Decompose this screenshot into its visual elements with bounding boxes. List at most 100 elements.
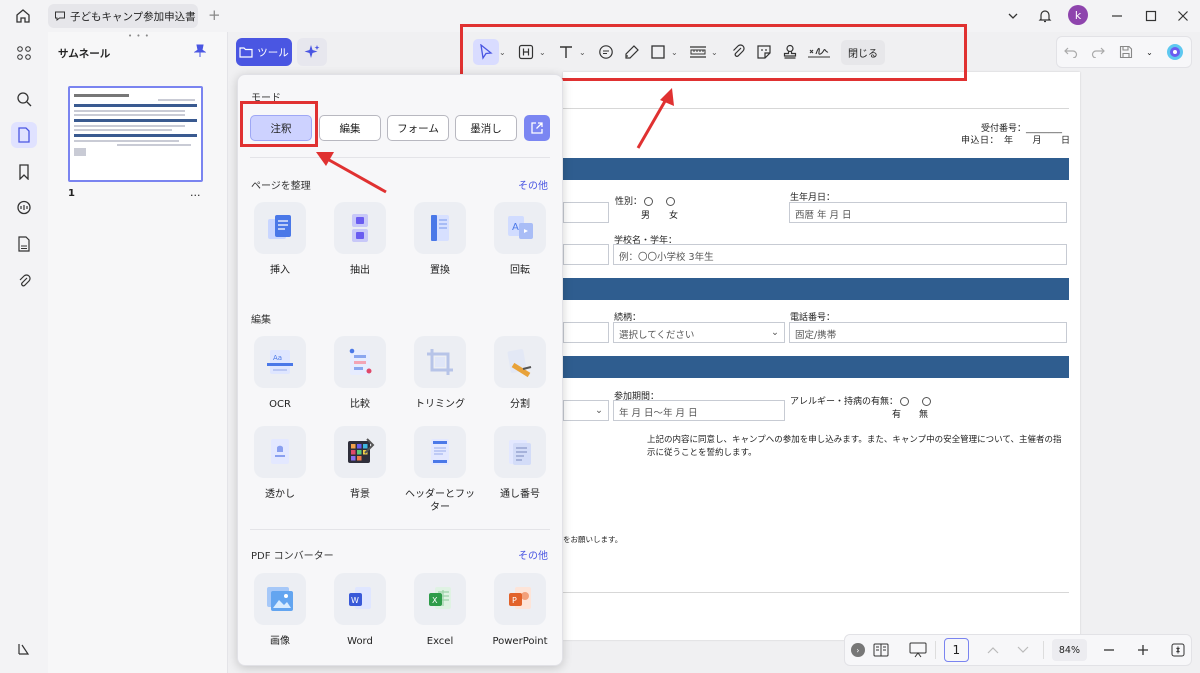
- convert-powerpoint-label: PowerPoint: [492, 636, 548, 647]
- comments-icon[interactable]: [11, 195, 37, 221]
- school-field[interactable]: 例：〇〇小学校 3年生: [613, 244, 1067, 265]
- background-tool[interactable]: 背景: [325, 426, 395, 501]
- relation-select[interactable]: 選択してください ⌄: [613, 322, 785, 343]
- compare-tool[interactable]: 比較: [325, 336, 395, 411]
- divider: [934, 641, 936, 659]
- radio-female[interactable]: [665, 197, 675, 206]
- pin-icon[interactable]: [194, 44, 206, 58]
- male-label: 男: [641, 211, 651, 221]
- extract-tool[interactable]: 抽出: [325, 202, 395, 277]
- birth-date-field[interactable]: 西暦 年 月 日: [789, 202, 1067, 223]
- agreement-text: 上記の内容に同意し、キャンプへの参加を申し込みます。また、キャンプ中の安全管理に…: [647, 435, 1062, 458]
- guardian-field[interactable]: [563, 322, 609, 343]
- course-select[interactable]: ⌄: [563, 400, 609, 421]
- svg-text:X: X: [432, 596, 438, 605]
- notification-icon[interactable]: [1034, 5, 1056, 27]
- presentation-icon[interactable]: [909, 642, 927, 658]
- convert-word-tool[interactable]: W Word: [325, 573, 395, 648]
- header-footer-tool[interactable]: ヘッダーとフッター: [405, 426, 475, 514]
- school-name-left-field[interactable]: [563, 244, 609, 265]
- chevron-right-icon[interactable]: ›: [851, 643, 865, 657]
- watermark-tool[interactable]: 透かし: [245, 426, 315, 501]
- chevron-down-icon[interactable]: [1017, 646, 1029, 654]
- name-field[interactable]: [563, 202, 609, 223]
- form-fields-icon[interactable]: [11, 231, 37, 257]
- undo-icon[interactable]: [1063, 46, 1078, 58]
- fit-page-icon[interactable]: [1171, 643, 1185, 657]
- arrow-to-annotate-icon: [316, 152, 387, 194]
- relation-value: 選択してください: [619, 330, 695, 341]
- document-tab[interactable]: 子どもキャンプ参加申込書: [48, 4, 198, 28]
- save-icon[interactable]: [1119, 45, 1133, 59]
- crop-label: トリミング: [415, 399, 465, 410]
- section-header-bar-2: [563, 278, 1069, 300]
- thumbnail-more-button[interactable]: ...: [190, 186, 201, 199]
- watermark-icon: [254, 426, 306, 478]
- convert-excel-tool[interactable]: X Excel: [405, 573, 475, 648]
- zoom-out-icon[interactable]: [1103, 644, 1115, 656]
- convert-powerpoint-tool[interactable]: P PowerPoint: [485, 573, 555, 648]
- convert-image-tool[interactable]: 画像: [245, 573, 315, 648]
- radio-male[interactable]: [644, 197, 654, 206]
- rotate-icon: A: [494, 202, 546, 254]
- replace-label: 置換: [430, 265, 450, 276]
- drag-handle[interactable]: • • •: [128, 32, 150, 40]
- reading-mode-icon[interactable]: [873, 643, 889, 657]
- ai-logo-icon[interactable]: [1166, 43, 1184, 61]
- mode-redact-button[interactable]: 墨消し: [455, 115, 517, 141]
- convert-word-label: Word: [347, 636, 373, 647]
- replace-icon: [414, 202, 466, 254]
- section-header-bar-3: [563, 356, 1069, 378]
- zoom-in-icon[interactable]: [1137, 644, 1149, 656]
- period-field[interactable]: 年 月 日～年 月 日: [613, 400, 785, 421]
- ai-assistant-button[interactable]: [297, 38, 327, 66]
- converter-more-link[interactable]: その他: [518, 547, 548, 562]
- apps-icon[interactable]: [11, 40, 37, 66]
- chevron-up-icon[interactable]: [987, 646, 999, 654]
- page-number-input[interactable]: 1: [943, 638, 969, 662]
- zoom-level[interactable]: 84%: [1051, 639, 1087, 661]
- pages-icon[interactable]: [11, 122, 37, 148]
- tools-button[interactable]: ツール: [236, 38, 292, 66]
- background-icon: [334, 426, 386, 478]
- crop-tool[interactable]: トリミング: [405, 336, 475, 411]
- header-footer-label: ヘッダーとフッター: [405, 489, 475, 513]
- bates-number-tool[interactable]: 通し番号: [485, 426, 555, 501]
- external-link-icon: [530, 121, 544, 135]
- allergy-yes-label: 有: [892, 410, 902, 420]
- split-tool[interactable]: 分割: [485, 336, 555, 411]
- minimize-icon[interactable]: [1106, 5, 1128, 27]
- bookmark-icon[interactable]: [11, 159, 37, 185]
- phone-field[interactable]: 固定/携帯: [789, 322, 1067, 343]
- home-icon[interactable]: [12, 5, 34, 27]
- edit-title: 編集: [251, 315, 271, 326]
- chevron-down-icon: ⌄: [595, 405, 603, 416]
- redo-icon[interactable]: [1091, 46, 1106, 58]
- attachment-icon[interactable]: [11, 268, 37, 294]
- chevron-down-icon[interactable]: [1002, 5, 1024, 27]
- female-label: 女: [669, 211, 679, 221]
- open-external-button[interactable]: [524, 115, 550, 141]
- search-icon[interactable]: [11, 86, 37, 112]
- page-thumbnail[interactable]: [68, 86, 203, 182]
- replace-tool[interactable]: 置換: [405, 202, 475, 277]
- thumbnail-panel: サムネール • • • 1 ...: [48, 32, 228, 673]
- radio-allergy-yes[interactable]: [900, 397, 910, 406]
- new-tab-button[interactable]: +: [208, 6, 221, 24]
- insert-tool[interactable]: 挿入: [245, 202, 315, 277]
- sidebar-toggle-icon[interactable]: [11, 636, 37, 662]
- ocr-icon: Aa: [254, 336, 306, 388]
- background-label: 背景: [350, 489, 370, 500]
- avatar[interactable]: k: [1068, 5, 1088, 25]
- chevron-down-icon[interactable]: ⌄: [1146, 48, 1153, 57]
- svg-text:A: A: [512, 222, 519, 233]
- close-icon[interactable]: [1172, 5, 1194, 27]
- ocr-tool[interactable]: Aa OCR: [245, 336, 315, 411]
- rotate-tool[interactable]: A 回転: [485, 202, 555, 277]
- mode-form-button[interactable]: フォーム: [387, 115, 449, 141]
- organize-more-link[interactable]: その他: [518, 177, 548, 192]
- maximize-icon[interactable]: [1140, 5, 1162, 27]
- mode-edit-button[interactable]: 編集: [319, 115, 381, 141]
- radio-allergy-no[interactable]: [921, 397, 931, 406]
- allergy-label: アレルギー・持病の有無：: [790, 394, 933, 407]
